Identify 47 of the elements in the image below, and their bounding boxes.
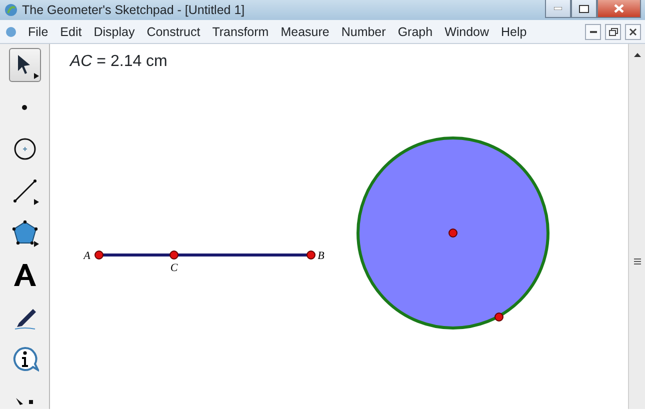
minimize-icon (590, 30, 596, 32)
maximize-icon (579, 4, 589, 12)
center-point[interactable] (448, 228, 458, 238)
point[interactable] (306, 250, 316, 260)
menu-item[interactable]: Help (495, 20, 533, 42)
vertical-scrollbar[interactable] (628, 44, 645, 409)
minimize-button[interactable] (585, 24, 601, 40)
measurement-label[interactable]: AC = 2.14 cm (70, 50, 168, 74)
document-icon (4, 24, 18, 38)
menu-item[interactable]: Measure (274, 20, 336, 42)
minimize-button[interactable] (545, 0, 571, 18)
point-label: C (170, 262, 178, 274)
scroll-up-icon[interactable] (632, 52, 642, 58)
line-icon (10, 177, 38, 205)
point[interactable] (94, 250, 104, 260)
close-button[interactable] (625, 24, 641, 40)
minimize-icon (554, 7, 562, 10)
submenu-triangle-icon (34, 73, 38, 79)
app-icon (4, 3, 18, 17)
point-icon (22, 104, 27, 110)
info-icon (10, 345, 38, 373)
menu-item[interactable]: Construct (140, 20, 206, 42)
close-button[interactable] (597, 0, 641, 18)
scroll-grip-icon (634, 258, 640, 265)
point-label: A (84, 250, 90, 262)
menu-item[interactable]: Graph (392, 20, 439, 42)
window-title: The Geometer's Sketchpad - [Untitled 1] (22, 2, 245, 19)
pentagon-icon (10, 219, 38, 247)
close-icon (614, 4, 624, 13)
menu-item[interactable]: Edit (54, 20, 88, 42)
circle-point[interactable] (494, 312, 504, 322)
tool-button[interactable] (8, 48, 40, 82)
submenu-triangle-icon (34, 241, 38, 247)
close-icon (629, 28, 637, 36)
menu-item[interactable]: Transform (206, 20, 275, 42)
menu-item[interactable]: Display (88, 20, 141, 42)
point-label: B (318, 250, 324, 262)
restore-button[interactable] (605, 24, 621, 40)
menu-item[interactable]: Window (438, 20, 496, 42)
circle[interactable] (356, 136, 550, 330)
point[interactable] (170, 250, 178, 260)
custom-tool-icon (16, 398, 33, 404)
submenu-triangle-icon (34, 199, 38, 205)
restore-icon (608, 28, 618, 36)
menu-item[interactable]: Number (335, 20, 392, 42)
maximize-button[interactable] (571, 0, 597, 18)
menu-item[interactable]: File (22, 20, 54, 42)
